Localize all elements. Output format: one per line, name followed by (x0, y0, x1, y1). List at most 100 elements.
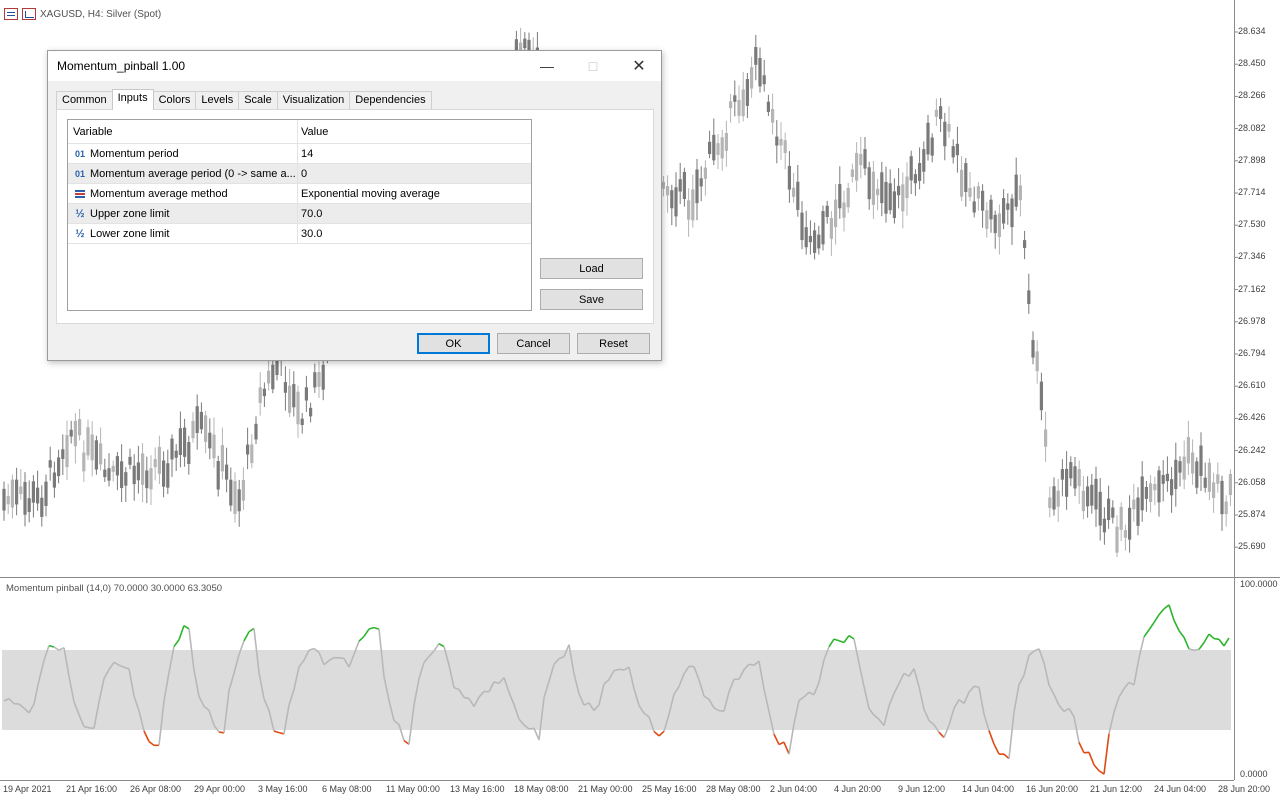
candle-body (792, 187, 796, 197)
candle-body (729, 101, 733, 109)
tab-scale[interactable]: Scale (238, 91, 278, 110)
candle-body (233, 481, 237, 514)
candle-body (661, 181, 665, 189)
candle-body (1006, 203, 1010, 210)
time-tick-label: 28 May 08:00 (706, 784, 761, 794)
indicator-line-segment (1203, 633, 1210, 644)
ok-button[interactable]: OK (417, 333, 490, 354)
close-icon[interactable]: ✕ (616, 51, 662, 81)
time-tick-label: 19 Apr 2021 (3, 784, 52, 794)
time-tick-label: 26 Apr 08:00 (130, 784, 182, 794)
candle-body (283, 382, 287, 393)
input-row[interactable]: Momentum average method Exponential movi… (68, 184, 531, 204)
indicator-line-segment (53, 646, 60, 651)
input-row[interactable]: 01 Momentum period 14 (68, 144, 531, 164)
candle-body (128, 456, 132, 465)
indicator-axis-top: 100.0000 (1240, 579, 1278, 589)
candle-body (771, 108, 775, 123)
candle-body (1060, 469, 1064, 480)
candle-body (926, 122, 930, 155)
dialog-titlebar[interactable]: Momentum_pinball 1.00 — □ ✕ (48, 51, 661, 81)
indicator-line-segment (243, 631, 250, 642)
tab-common[interactable]: Common (56, 91, 113, 110)
input-variable-name: Upper zone limit (90, 207, 170, 220)
indicator-line-segment (358, 635, 365, 642)
indicator-line-segment (778, 741, 785, 746)
maximize-icon[interactable]: □ (570, 51, 616, 81)
indicator-line-segment (1093, 764, 1100, 772)
candle-body (825, 205, 829, 218)
tab-colors[interactable]: Colors (152, 91, 197, 110)
input-row[interactable]: ½ Lower zone limit 30.0 (68, 224, 531, 244)
input-value-cell[interactable]: 0 (298, 164, 531, 183)
candle-body (787, 165, 791, 190)
candle-body (976, 186, 980, 199)
candle-body (65, 435, 69, 468)
candle-body (170, 438, 174, 460)
candle-body (708, 141, 712, 155)
candle-body (754, 47, 758, 65)
grid-header: Variable Value (68, 120, 531, 144)
candle-body (1069, 462, 1073, 479)
candle-body (31, 481, 35, 503)
tab-dependencies[interactable]: Dependencies (349, 91, 432, 110)
indicator-line-segment (1178, 630, 1185, 638)
candle-body (720, 137, 724, 159)
candle-body (136, 462, 140, 481)
candle-body (220, 445, 224, 472)
candle-body (1140, 476, 1144, 511)
tab-visualization[interactable]: Visualization (276, 91, 351, 110)
one-click-trading-icon[interactable] (4, 8, 18, 20)
indicator-line-segment (1218, 638, 1225, 647)
candle-body (1018, 185, 1022, 201)
minimize-icon[interactable]: — (524, 51, 570, 81)
candle-body (19, 486, 23, 494)
input-row[interactable]: ½ Upper zone limit 70.0 (68, 204, 531, 224)
column-header-variable[interactable]: Variable (68, 120, 298, 143)
load-button[interactable]: Load (540, 258, 643, 279)
candle-body (1048, 497, 1052, 508)
input-value-cell[interactable]: 70.0 (298, 204, 531, 223)
time-tick-label: 3 May 16:00 (258, 784, 308, 794)
tab-levels[interactable]: Levels (195, 91, 240, 110)
integer-icon: 01 (74, 148, 85, 159)
cancel-button[interactable]: Cancel (497, 333, 570, 354)
candle-body (741, 89, 745, 117)
input-value-cell[interactable]: 14 (298, 144, 531, 163)
column-header-value[interactable]: Value (298, 120, 531, 143)
save-button[interactable]: Save (540, 289, 643, 310)
reset-button[interactable]: Reset (577, 333, 650, 354)
candle-body (78, 419, 82, 436)
candle-body (775, 136, 779, 146)
input-value-cell[interactable]: Exponential moving average (298, 184, 531, 203)
indicator-properties-dialog: Momentum_pinball 1.00 — □ ✕ Common Input… (47, 50, 662, 361)
candle-body (321, 364, 325, 390)
candle-body (783, 140, 787, 154)
price-tick-label: 26.058 (1238, 476, 1266, 487)
indicator-line-segment (838, 640, 845, 644)
chart-type-icon[interactable] (22, 8, 36, 20)
time-tick-label: 6 May 08:00 (322, 784, 372, 794)
candle-body (716, 143, 720, 155)
indicator-line-segment (1208, 633, 1215, 640)
input-variable-cell: ½ Lower zone limit (68, 224, 298, 243)
candle-body (178, 428, 182, 455)
tab-inputs[interactable]: Inputs (111, 89, 154, 110)
indicator-line-segment (973, 685, 980, 689)
candle-body (943, 121, 947, 147)
candle-body (1052, 486, 1056, 510)
candle-body (1090, 484, 1094, 506)
candle-body (674, 187, 678, 217)
input-variable-cell: ½ Upper zone limit (68, 204, 298, 223)
candle-body (141, 453, 145, 485)
indicator-line-segment (148, 740, 155, 746)
candle-body (1081, 490, 1085, 512)
input-row[interactable]: 01 Momentum average period (0 -> same a.… (68, 164, 531, 184)
enum-icon (75, 189, 85, 198)
candle-body (1182, 456, 1186, 480)
input-value-cell[interactable]: 30.0 (298, 224, 531, 243)
price-tick-label: 28.082 (1238, 122, 1266, 133)
candle-body (981, 190, 985, 211)
candle-body (149, 468, 153, 490)
price-tick-label: 27.162 (1238, 283, 1266, 294)
